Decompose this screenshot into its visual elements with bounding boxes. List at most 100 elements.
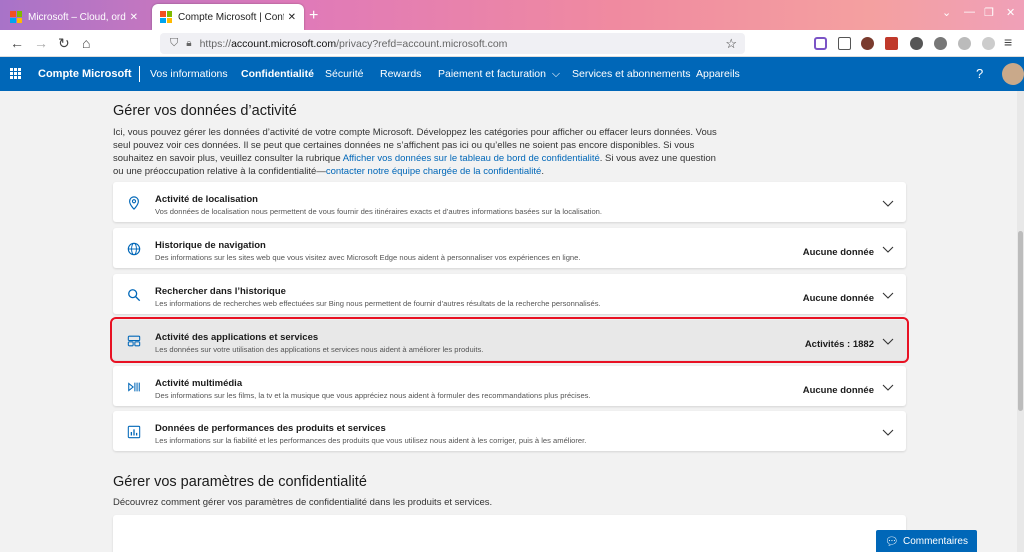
- chevron-down-icon: ⌵: [551, 68, 560, 80]
- account-header: Compte Microsoft Vos informations Confid…: [0, 57, 1024, 91]
- nav-rewards[interactable]: Rewards: [380, 68, 421, 80]
- chevron-down-icon[interactable]: ⌄: [942, 6, 951, 19]
- desc-text: . Si vous avez une question: [599, 153, 716, 164]
- extension-icon[interactable]: [982, 37, 995, 50]
- card-value: Aucune donnée: [802, 247, 874, 258]
- tab-title: Compte Microsoft | Confidentia: [178, 11, 284, 23]
- sidebar-icon[interactable]: [838, 37, 851, 50]
- media-icon: [128, 382, 140, 392]
- forward-arrow-icon[interactable]: →: [34, 35, 48, 51]
- help-icon[interactable]: ?: [976, 66, 983, 81]
- apps-icon: [127, 335, 141, 347]
- nav-confidentialite[interactable]: Confidentialité: [241, 68, 314, 80]
- lock-icon[interactable]: 🔒︎: [186, 38, 191, 49]
- scrollbar-thumb[interactable]: [1018, 231, 1023, 411]
- card-apps-services-activity[interactable]: Activité des applications et services Le…: [110, 317, 909, 363]
- search-icon: [128, 289, 141, 302]
- activity-title: Gérer vos données d’activité: [113, 103, 297, 119]
- chevron-down-icon[interactable]: [882, 335, 894, 347]
- card-subtitle: Des informations sur les sites web que v…: [155, 253, 581, 262]
- nav-appareils[interactable]: Appareils: [696, 68, 740, 80]
- close-icon[interactable]: ✕: [288, 12, 296, 23]
- nav-securite[interactable]: Sécurité: [325, 68, 364, 80]
- tab-title: Microsoft – Cloud, ordinateurs,: [28, 11, 126, 23]
- new-tab-plus-icon[interactable]: +: [309, 7, 318, 25]
- card-subtitle: Vos données de localisation nous permett…: [155, 207, 603, 216]
- browser-tab-bar: Microsoft – Cloud, ordinateurs, ✕ Compte…: [0, 0, 1024, 30]
- desc-text: souhaitez en savoir plus, veuillez consu…: [113, 153, 343, 164]
- url-scheme: https://: [199, 37, 232, 50]
- home-icon[interactable]: ⌂: [82, 35, 90, 51]
- dashboard-link[interactable]: Afficher vos données sur le tableau de b…: [343, 153, 600, 164]
- card-media-activity[interactable]: Activité multimédia Des informations sur…: [113, 366, 906, 406]
- url-domain: account.microsoft.com: [231, 37, 337, 50]
- desc-text: .: [541, 166, 544, 177]
- contact-link[interactable]: contacter notre équipe chargée de la con…: [326, 166, 541, 177]
- minimize-icon[interactable]: —: [964, 6, 975, 18]
- card-location-activity[interactable]: Activité de localisation Vos données de …: [113, 182, 906, 222]
- card-value: Aucune donnée: [802, 293, 874, 304]
- card-title: Activité multimédia: [155, 378, 243, 389]
- activity-section: Gérer vos données d’activité Ici, vous p…: [113, 103, 913, 178]
- nav-paiement[interactable]: Paiement et facturation ⌵: [438, 68, 560, 81]
- brand-title[interactable]: Compte Microsoft: [38, 68, 132, 80]
- pocket-icon[interactable]: [814, 37, 827, 50]
- window-close-icon[interactable]: ✕: [1006, 6, 1015, 19]
- desc-text: ou une préoccupation relative à la confi…: [113, 166, 326, 177]
- card-search-history[interactable]: Rechercher dans l’historique Les informa…: [113, 274, 906, 314]
- card-title: Rechercher dans l’historique: [155, 286, 286, 297]
- menu-icon[interactable]: ≡: [1004, 34, 1012, 50]
- app-launcher-icon[interactable]: [10, 68, 21, 79]
- nav-vos-informations[interactable]: Vos informations: [150, 68, 228, 80]
- settings-title: Gérer vos paramètres de confidentialité: [113, 474, 367, 490]
- chevron-down-icon[interactable]: [882, 197, 894, 209]
- card-title: Activité des applications et services: [155, 332, 319, 343]
- card-value: Activités : 1882: [804, 339, 874, 350]
- card-value: Aucune donnée: [802, 385, 874, 396]
- shield-icon[interactable]: ⛉: [170, 37, 178, 50]
- chevron-down-icon[interactable]: [882, 426, 894, 438]
- close-icon[interactable]: ✕: [130, 12, 138, 23]
- desc-line: seul pouvez voir ces données. Il se peut…: [113, 140, 695, 151]
- chart-icon: [127, 425, 141, 439]
- card-title: Données de performances des produits et …: [155, 423, 386, 434]
- scrollbar[interactable]: [1017, 91, 1024, 552]
- card-product-performance[interactable]: Données de performances des produits et …: [113, 411, 906, 451]
- card-subtitle: Les informations sur la fiabilité et les…: [155, 436, 587, 445]
- bookmark-star-icon[interactable]: ☆: [725, 36, 737, 52]
- header-separator: [139, 66, 140, 82]
- profile-icon[interactable]: [958, 37, 971, 50]
- microsoft-logo-icon: [160, 11, 172, 23]
- avatar[interactable]: [1002, 63, 1024, 85]
- card-title: Activité de localisation: [155, 194, 258, 205]
- extension-badge-icon[interactable]: [885, 37, 898, 50]
- browser-tab-account[interactable]: Compte Microsoft | Confidentia ✕: [152, 4, 304, 30]
- card-title: Historique de navigation: [155, 240, 266, 251]
- card-subtitle: Des informations sur les films, la tv et…: [155, 391, 591, 400]
- chevron-down-icon[interactable]: [882, 243, 894, 255]
- chevron-down-icon[interactable]: [882, 381, 894, 393]
- card-browsing-history[interactable]: Historique de navigation Des information…: [113, 228, 906, 268]
- settings-description: Découvrez comment gérer vos paramètres d…: [113, 497, 493, 508]
- globe-icon: [127, 242, 141, 256]
- desc-line: Ici, vous pouvez gérer les données d’act…: [113, 127, 717, 138]
- back-arrow-icon[interactable]: ←: [10, 35, 24, 51]
- desc-line: souhaitez en savoir plus, veuillez consu…: [113, 152, 913, 165]
- browser-tab-microsoft[interactable]: Microsoft – Cloud, ordinateurs, ✕: [2, 4, 146, 30]
- nav-services[interactable]: Services et abonnements: [572, 68, 690, 80]
- card-subtitle: Les informations de recherches web effec…: [155, 299, 601, 308]
- extension-icon[interactable]: [934, 37, 947, 50]
- feedback-label: Commentaires: [902, 535, 968, 547]
- extension-icon[interactable]: [861, 37, 874, 50]
- reload-icon[interactable]: ↻: [58, 35, 70, 52]
- chevron-down-icon[interactable]: [882, 289, 894, 301]
- url-path: /privacy?refd=account.microsoft.com: [336, 37, 508, 50]
- extension-icon[interactable]: [910, 37, 923, 50]
- desc-line: ou une préoccupation relative à la confi…: [113, 165, 913, 178]
- activity-description: Ici, vous pouvez gérer les données d’act…: [113, 126, 913, 178]
- restore-icon[interactable]: ❐: [984, 6, 994, 19]
- feedback-button[interactable]: 💬︎ Commentaires: [876, 530, 977, 552]
- location-pin-icon: [129, 196, 139, 210]
- url-bar[interactable]: ⛉ 🔒︎ https://account.microsoft.com/priva…: [160, 33, 745, 54]
- card-subtitle: Les données sur votre utilisation des ap…: [155, 345, 484, 354]
